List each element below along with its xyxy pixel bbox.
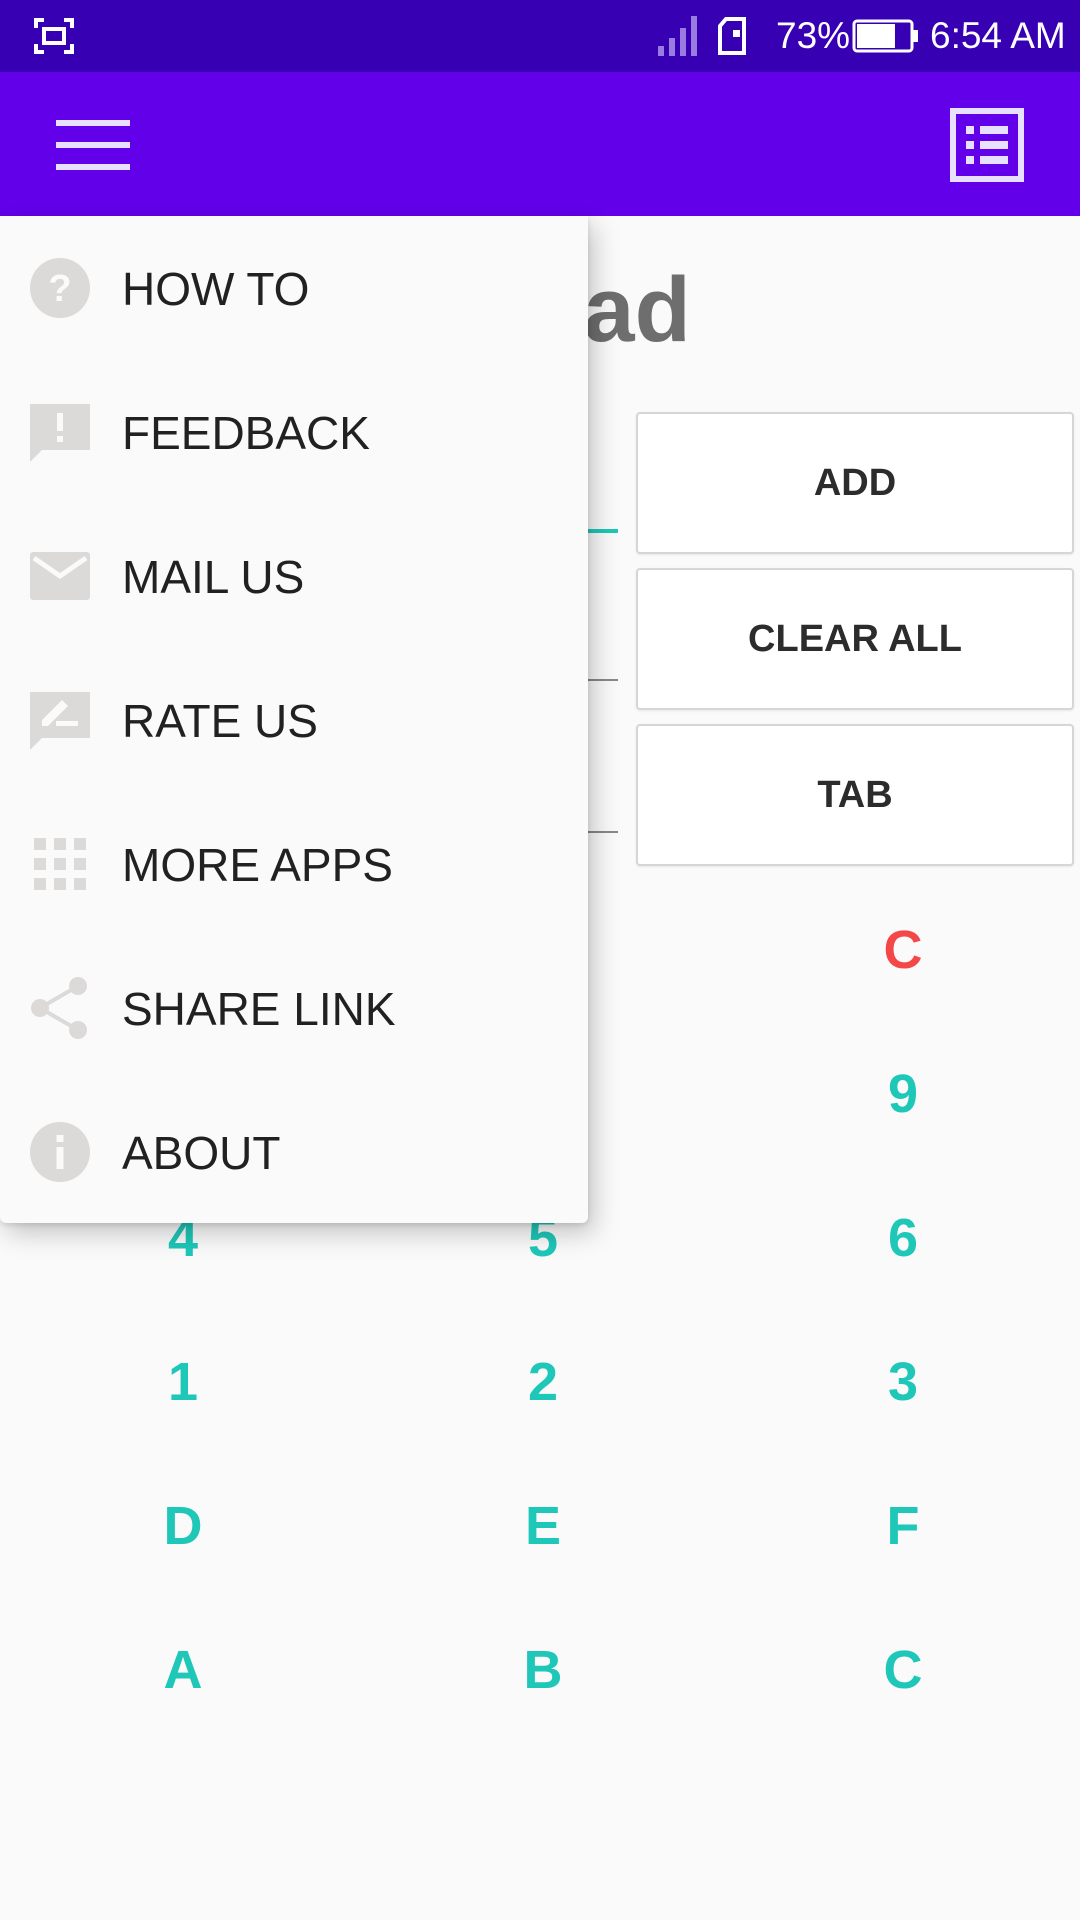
list-view-icon[interactable] [950,108,1024,182]
drawer-item-share-link[interactable]: SHARE LINK [0,936,588,1080]
drawer-item-label: SHARE LINK [122,983,396,1035]
navigation-drawer: ? HOW TO FEEDBACK MAIL US RATE US MORE A… [0,216,588,1223]
share-icon [31,977,87,1039]
drawer-item-label: MAIL US [122,551,305,603]
help-circle-icon: ? [30,258,90,318]
drawer-item-how-to[interactable]: ? HOW TO [0,216,588,360]
drawer-item-label: ABOUT [122,1127,281,1179]
drawer-item-about[interactable]: ABOUT [0,1080,588,1224]
drawer-item-mail-us[interactable]: MAIL US [0,504,588,648]
drawer-item-label: MORE APPS [122,839,393,891]
drawer-item-label: RATE US [122,695,318,747]
app-bar [0,72,1080,216]
mail-icon [30,552,90,600]
rate-review-icon [30,692,90,750]
drawer-item-more-apps[interactable]: MORE APPS [0,792,588,936]
drawer-item-label: FEEDBACK [122,407,370,459]
signal-icon [658,16,697,56]
clock: 6:54 AM [930,15,1066,56]
drawer-item-rate-us[interactable]: RATE US [0,648,588,792]
apps-grid-icon [34,838,86,890]
drawer-item-label: HOW TO [122,263,310,315]
battery-icon [852,19,918,53]
svg-text:?: ? [48,268,71,310]
sd-card-icon [718,17,746,55]
screenshot-icon [34,18,74,54]
battery-percent: 73% [776,15,851,56]
feedback-icon [30,404,90,462]
drawer-item-feedback[interactable]: FEEDBACK [0,360,588,504]
info-icon [30,1122,90,1182]
hamburger-menu-icon[interactable] [56,118,130,172]
status-bar: 73% 6:54 AM [0,0,1080,72]
